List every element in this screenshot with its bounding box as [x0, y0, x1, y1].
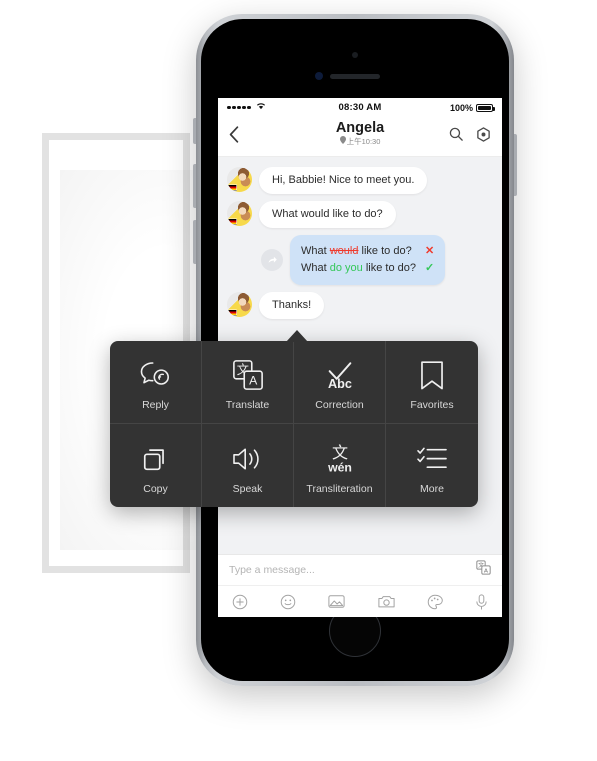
menu-item-copy[interactable]: Copy	[110, 424, 202, 507]
volume-down-button[interactable]	[193, 220, 196, 264]
menu-item-speak[interactable]: Speak	[202, 424, 294, 507]
search-icon[interactable]	[449, 127, 463, 146]
proximity-sensor	[352, 52, 358, 58]
message-row: Thanks!	[227, 292, 493, 319]
transliteration-icon: 文 wén	[323, 439, 357, 479]
message-input[interactable]: Type a message...	[229, 564, 476, 576]
microphone-icon[interactable]	[475, 593, 488, 610]
correction-fixed-line: What do you like to do? ✓	[301, 260, 434, 277]
menu-item-label: Reply	[142, 399, 169, 411]
circle-dot-icon[interactable]	[476, 126, 491, 147]
menu-item-label: Translate	[225, 399, 270, 411]
smiley-face-icon[interactable]	[280, 594, 296, 610]
correction-original-line: What would like to do? ✕	[301, 243, 434, 260]
header-actions	[449, 126, 491, 147]
avatar[interactable]	[227, 201, 252, 226]
wifi-icon	[256, 102, 266, 113]
battery-full-icon	[476, 103, 495, 112]
forward-arrow-icon[interactable]	[261, 249, 283, 271]
correction-abc-icon: Abc	[322, 355, 358, 395]
menu-item-transliteration[interactable]: 文 wén Transliteration	[294, 424, 386, 507]
menu-item-label: Transliteration	[306, 482, 373, 495]
menu-item-label: Favorites	[410, 399, 454, 411]
menu-item-correction[interactable]: Abc Correction	[294, 341, 386, 424]
message-row: What would like to do?	[227, 201, 493, 228]
germany-flag-icon	[227, 184, 237, 191]
power-button[interactable]	[514, 134, 517, 196]
germany-flag-icon	[227, 309, 237, 316]
plus-circle-icon[interactable]	[232, 594, 248, 610]
menu-item-label: Copy	[143, 482, 168, 495]
image-icon[interactable]	[328, 594, 345, 609]
avatar[interactable]	[227, 167, 252, 192]
translate-icon[interactable]: 文 A	[476, 560, 491, 580]
menu-item-favorites[interactable]: Favorites	[386, 341, 478, 424]
error-mark: ✕	[424, 245, 435, 257]
reply-bubble-icon	[139, 355, 173, 395]
svg-text:Abc: Abc	[328, 377, 352, 391]
chat-header: Angela 上午10:30	[218, 117, 502, 157]
chat-subtitle-text: 上午10:30	[346, 137, 381, 146]
input-toolbar	[218, 586, 502, 617]
menu-item-label: Speak	[232, 482, 263, 495]
volume-up-button[interactable]	[193, 164, 196, 208]
mute-switch[interactable]	[193, 118, 196, 144]
correction-fixed-text: What do you like to do?	[301, 262, 416, 274]
menu-item-reply[interactable]: Reply	[110, 341, 202, 424]
correction-message-row: What would like to do? ✕ What do you lik…	[227, 235, 493, 285]
message-bubble[interactable]: What would like to do?	[259, 201, 396, 228]
action-menu: Reply 文 A Translate Abc Correction Favor…	[110, 341, 478, 507]
signal-dots-icon	[227, 105, 251, 110]
message-input-area: Type a message... 文 A	[218, 554, 502, 617]
checklist-icon	[416, 439, 448, 479]
message-input-row[interactable]: Type a message... 文 A	[218, 555, 502, 586]
svg-text:A: A	[249, 373, 258, 387]
status-bar: 08:30 AM 100%	[218, 98, 502, 117]
svg-text:wén: wén	[327, 460, 352, 474]
message-bubble[interactable]: Hi, Babbie! Nice to meet you.	[259, 167, 428, 194]
translate-icon: 文 A	[232, 355, 264, 395]
front-camera-icon	[315, 72, 323, 80]
action-menu-pointer	[286, 330, 308, 342]
correct-mark: ✓	[424, 262, 435, 274]
earpiece-speaker	[330, 74, 380, 79]
camera-icon[interactable]	[377, 594, 395, 609]
copy-icon	[141, 439, 171, 479]
menu-item-label: More	[420, 482, 444, 495]
germany-flag-icon	[227, 218, 237, 225]
screenshot-stage: 08:30 AM 100% Angela 上午10:30 Hi, Babbie!…	[0, 0, 597, 761]
avatar[interactable]	[227, 292, 252, 317]
menu-item-more[interactable]: More	[386, 424, 478, 507]
location-pin-icon	[339, 136, 346, 147]
status-time: 08:30 AM	[338, 102, 382, 113]
menu-item-translate[interactable]: 文 A Translate	[202, 341, 294, 424]
palette-icon[interactable]	[427, 594, 443, 610]
status-right: 100%	[381, 102, 495, 113]
speaker-icon	[231, 439, 265, 479]
correction-original-text: What would like to do?	[301, 245, 412, 257]
svg-text:A: A	[484, 568, 488, 574]
bookmark-icon	[419, 355, 445, 395]
status-left	[227, 102, 339, 113]
chevron-left-icon[interactable]	[229, 126, 251, 147]
correction-bubble[interactable]: What would like to do? ✕ What do you lik…	[290, 235, 446, 285]
menu-item-label: Correction	[315, 399, 364, 411]
message-row: Hi, Babbie! Nice to meet you.	[227, 167, 493, 194]
battery-percent-label: 100%	[449, 102, 473, 113]
message-bubble[interactable]: Thanks!	[259, 292, 325, 319]
